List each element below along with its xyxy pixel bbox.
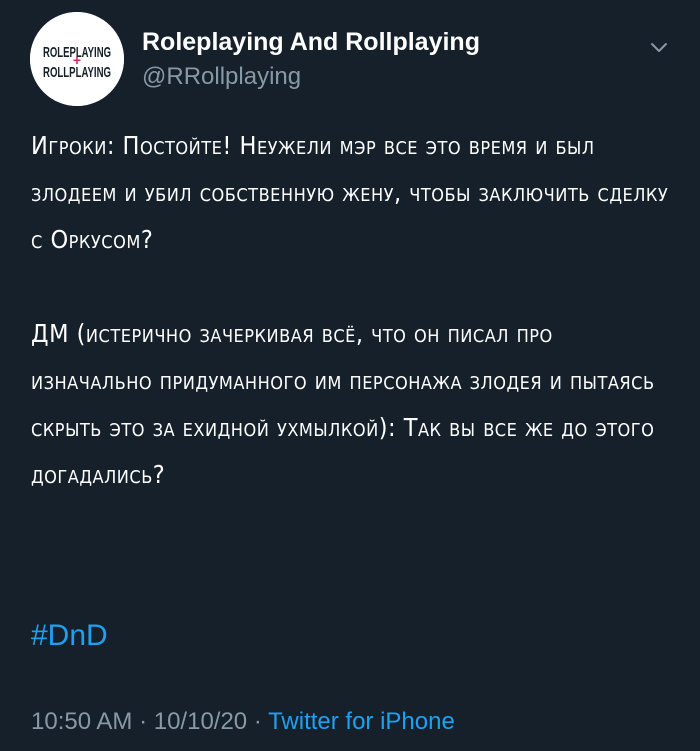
- tweet-header: ROLEPLAYING + ROLLPLAYING Roleplaying An…: [30, 12, 680, 106]
- tweet-paragraph: ДМ (истерично зачеркивая всё, что он пис…: [31, 319, 655, 489]
- meta-separator: ·: [247, 708, 269, 735]
- tweet-source-link[interactable]: Twitter for iPhone: [268, 708, 455, 735]
- avatar-logo: ROLEPLAYING + ROLLPLAYING: [30, 12, 124, 106]
- tweet-date[interactable]: 10/10/20: [154, 708, 247, 735]
- meta-separator: ·: [132, 708, 154, 735]
- tweet-time: 10:50 AM: [31, 708, 133, 735]
- avatar[interactable]: ROLEPLAYING + ROLLPLAYING: [30, 12, 124, 106]
- tweet-meta: 10:50 AM · 10/10/20 · Twitter for iPhone: [31, 706, 455, 738]
- display-name[interactable]: Roleplaying And Rollplaying: [142, 26, 480, 58]
- avatar-text-bottom: ROLLPLAYING: [43, 64, 111, 81]
- chevron-down-icon[interactable]: [648, 36, 670, 58]
- tweet-paragraph: Игроки: Постойте! Неужели мэр все это вр…: [31, 131, 669, 254]
- tweet-text: Игроки: Постойте! Неужели мэр все это вр…: [31, 122, 671, 498]
- hashtag-link[interactable]: #DnD: [31, 616, 108, 656]
- user-handle[interactable]: @RRollplaying: [142, 62, 301, 92]
